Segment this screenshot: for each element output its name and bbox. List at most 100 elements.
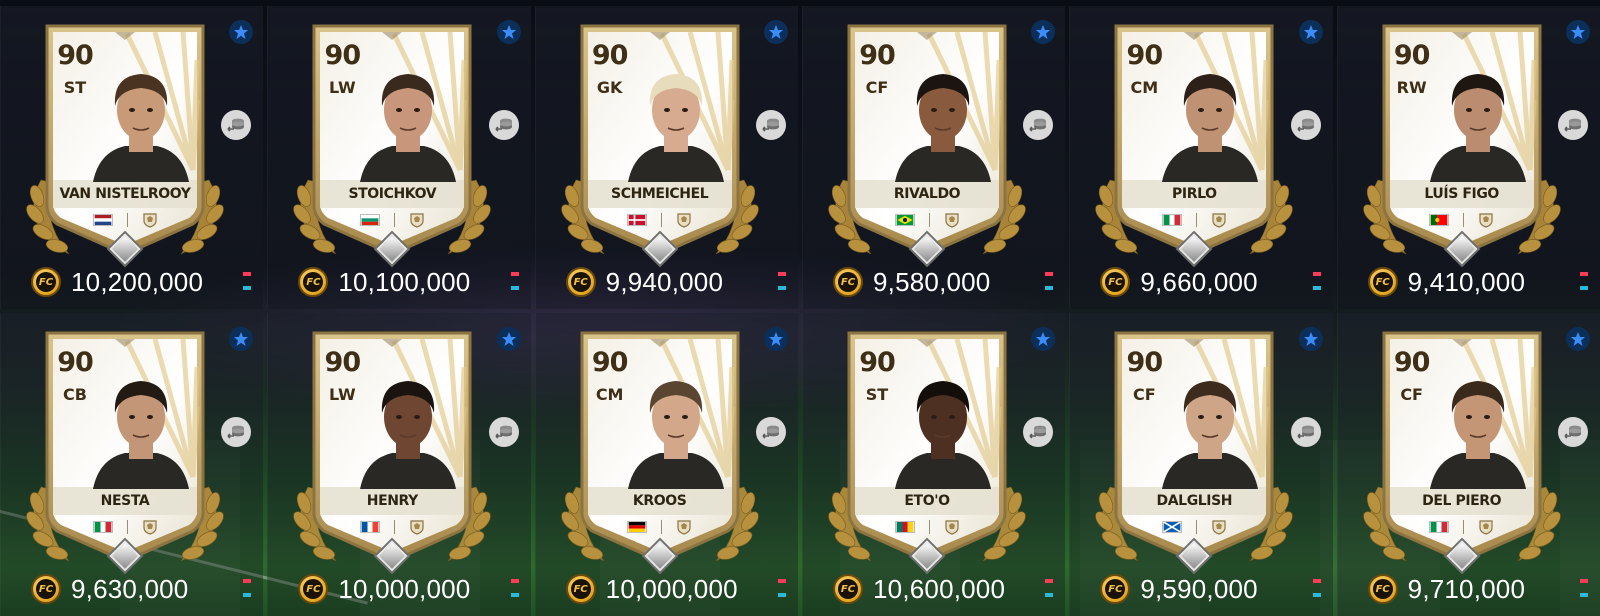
trend-down-mark bbox=[1580, 593, 1588, 597]
player-tile-rivaldo[interactable]: 90 CF RIVALDO FC 9,580,000 bbox=[802, 6, 1066, 309]
player-card[interactable]: 90 ST ETO'O bbox=[845, 327, 1009, 572]
transfer-coins-icon[interactable] bbox=[1290, 110, 1321, 140]
player-tile-lu-s-figo[interactable]: 90 RW LUÍS FIGO FC 9,410,000 bbox=[1336, 6, 1600, 309]
player-tile-dalglish[interactable]: 90 CF DALGLISH FC 9,590,000 bbox=[1069, 313, 1333, 616]
player-card[interactable]: 90 LW HENRY bbox=[310, 327, 474, 572]
player-card[interactable]: 90 CF RIVALDO bbox=[845, 20, 1009, 265]
star-icon[interactable] bbox=[229, 327, 254, 351]
player-name: RIVALDO bbox=[893, 186, 961, 202]
price-trend-indicator bbox=[510, 579, 519, 601]
transfer-coins-icon[interactable] bbox=[221, 110, 252, 140]
star-icon[interactable] bbox=[496, 20, 521, 44]
transfer-coins-icon[interactable] bbox=[488, 110, 519, 140]
player-portrait bbox=[1429, 381, 1526, 489]
player-card[interactable]: 90 RW LUÍS FIGO bbox=[1380, 20, 1544, 265]
price-trend-indicator bbox=[1580, 579, 1588, 601]
player-portrait bbox=[1162, 74, 1259, 182]
star-icon[interactable] bbox=[1298, 327, 1323, 351]
transfer-coins-icon[interactable] bbox=[221, 417, 252, 447]
player-card[interactable]: 90 CF DALGLISH bbox=[1112, 327, 1276, 572]
player-portrait bbox=[360, 381, 457, 489]
player-tile-schmeichel[interactable]: 90 GK SCHMEICHEL FC 9,940,000 bbox=[534, 6, 798, 309]
transfer-coins-icon[interactable] bbox=[1290, 417, 1321, 447]
star-icon[interactable] bbox=[764, 327, 788, 351]
separator bbox=[393, 520, 395, 534]
player-name: LUÍS FIGO bbox=[1424, 186, 1499, 202]
star-icon[interactable] bbox=[1031, 327, 1056, 351]
player-card[interactable]: 90 CF DEL PIERO bbox=[1380, 327, 1544, 572]
player-price: 9,580,000 bbox=[873, 266, 991, 297]
icon-club-badge-icon bbox=[410, 520, 424, 535]
player-portrait bbox=[93, 74, 189, 182]
price-trend-indicator bbox=[1045, 272, 1054, 294]
price-trend-indicator bbox=[778, 579, 786, 601]
transfer-coins-icon[interactable] bbox=[1023, 417, 1054, 447]
player-tile-eto-o[interactable]: 90 ST ETO'O FC 10,600,000 bbox=[802, 313, 1066, 616]
player-card[interactable]: 90 GK SCHMEICHEL bbox=[578, 20, 742, 265]
player-card[interactable]: 90 CM KROOS bbox=[578, 327, 742, 572]
star-icon[interactable] bbox=[1566, 20, 1590, 44]
player-card[interactable]: 90 ST VAN NISTELROOY bbox=[43, 20, 207, 265]
cameroon-flag-icon bbox=[894, 521, 915, 533]
player-position: ST bbox=[865, 385, 889, 404]
transfer-coins-icon[interactable] bbox=[1558, 417, 1588, 447]
trend-down-mark bbox=[1312, 593, 1321, 597]
transfer-coins-icon[interactable] bbox=[1023, 110, 1054, 140]
price-trend-indicator bbox=[1312, 272, 1321, 294]
trend-up-mark bbox=[1312, 272, 1321, 276]
star-icon[interactable] bbox=[764, 20, 788, 44]
player-price: 9,660,000 bbox=[1140, 266, 1258, 297]
price-row: FC 9,580,000 bbox=[833, 264, 990, 300]
icon-club-badge-icon bbox=[1479, 213, 1493, 228]
icon-club-badge-icon bbox=[142, 520, 157, 535]
player-portrait bbox=[627, 381, 724, 489]
player-name: PIRLO bbox=[1172, 186, 1217, 202]
player-rating: 90 bbox=[57, 40, 94, 71]
player-rating: 90 bbox=[57, 347, 94, 378]
star-icon[interactable] bbox=[229, 20, 254, 44]
player-tile-nesta[interactable]: 90 CB NESTA FC 9,630,000 bbox=[0, 313, 264, 616]
player-name: DALGLISH bbox=[1156, 493, 1233, 509]
player-price: 10,000,000 bbox=[338, 573, 471, 604]
coin-label: FC bbox=[838, 272, 858, 292]
player-name: SCHMEICHEL bbox=[611, 186, 709, 202]
player-rating: 90 bbox=[1393, 347, 1431, 378]
trend-up-mark bbox=[778, 272, 786, 276]
player-card[interactable]: 90 CM PIRLO bbox=[1112, 20, 1276, 265]
player-tile-kroos[interactable]: 90 CM KROOS FC 10,000,000 bbox=[534, 313, 798, 616]
player-tile-del-piero[interactable]: 90 CF DEL PIERO FC 9,710,000 bbox=[1336, 313, 1600, 616]
player-tile-henry[interactable]: 90 LW HENRY FC 10,000,000 bbox=[267, 313, 531, 616]
star-icon[interactable] bbox=[1566, 327, 1590, 351]
trend-down-mark bbox=[778, 593, 786, 597]
transfer-coins-icon[interactable] bbox=[756, 417, 786, 447]
player-card[interactable]: 90 LW STOICHKOV bbox=[310, 20, 474, 265]
transfer-coins-icon[interactable] bbox=[756, 110, 786, 140]
player-rating: 90 bbox=[859, 347, 896, 378]
germany-flag-icon bbox=[627, 521, 648, 533]
player-tile-van-nistelrooy[interactable]: 90 ST VAN NISTELROOY FC 10,200,000 bbox=[0, 6, 264, 309]
separator bbox=[126, 520, 128, 534]
player-card[interactable]: 90 CB NESTA bbox=[43, 327, 207, 572]
card-meta-row bbox=[578, 519, 742, 535]
transfer-coins-icon[interactable] bbox=[488, 417, 519, 447]
price-trend-indicator bbox=[1580, 272, 1588, 294]
player-tile-pirlo[interactable]: 90 CM PIRLO FC 9,660,000 bbox=[1069, 6, 1333, 309]
trend-up-mark bbox=[243, 579, 252, 583]
star-icon[interactable] bbox=[1298, 20, 1323, 44]
coin-icon: FC bbox=[1367, 574, 1398, 604]
transfer-coins-icon[interactable] bbox=[1558, 110, 1588, 140]
price-trend-indicator bbox=[243, 272, 252, 294]
coin-icon: FC bbox=[1367, 267, 1398, 297]
price-row: FC 9,660,000 bbox=[1100, 264, 1258, 300]
star-icon[interactable] bbox=[496, 327, 521, 351]
coin-icon: FC bbox=[833, 267, 863, 297]
star-icon[interactable] bbox=[1031, 20, 1056, 44]
trend-up-mark bbox=[778, 579, 786, 583]
card-meta-row bbox=[578, 212, 742, 228]
separator bbox=[661, 520, 663, 534]
player-position: CF bbox=[1400, 385, 1423, 404]
player-position: RW bbox=[1396, 78, 1427, 97]
player-tile-stoichkov[interactable]: 90 LW STOICHKOV FC 10,100,000 bbox=[267, 6, 531, 309]
player-portrait bbox=[1429, 74, 1526, 182]
trend-down-mark bbox=[778, 286, 786, 290]
